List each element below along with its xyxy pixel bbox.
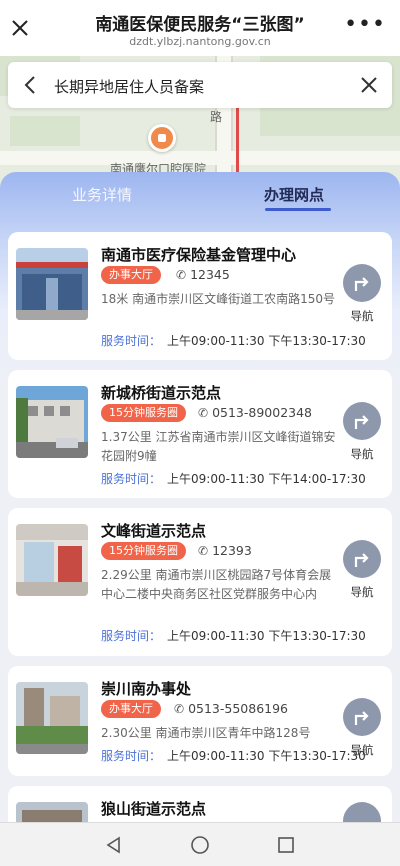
tab-bar: 业务详情 办理网点 — [0, 172, 400, 228]
phone-icon: ✆ — [198, 544, 209, 558]
page-url: dzdt.ylbzj.nantong.gov.cn — [129, 35, 271, 48]
phone-number: 0513-55086196 — [188, 701, 289, 716]
outlet-name: 新城桥街道示范点 — [101, 384, 222, 402]
outlet-type-badge: 办事大厅 — [101, 700, 161, 718]
outlet-phone[interactable]: ✆ 12345 — [176, 267, 230, 282]
navigate-button[interactable]: 导航 — [342, 264, 382, 324]
navigate-arrow-icon[interactable] — [343, 802, 381, 822]
search-bar: 长期异地居住人员备案 — [8, 62, 392, 108]
phone-icon: ✆ — [198, 406, 209, 420]
outlet-name: 南通市医疗保险基金管理中心 — [101, 246, 297, 264]
outlet-hours: 服务时间： 上午09:00-11:30 下午14:00-17:30 — [101, 470, 366, 487]
navigate-button[interactable]: 导航 — [342, 698, 382, 758]
phone-number: 0513-89002348 — [212, 405, 313, 420]
navigate-arrow-icon[interactable] — [343, 540, 381, 578]
navigate-arrow-icon[interactable] — [343, 698, 381, 736]
outlet-address: 2.30公里 南通市崇川区青年中路128号 — [101, 726, 311, 740]
system-recents-icon[interactable] — [276, 835, 296, 855]
navigate-label: 导航 — [350, 743, 374, 757]
more-icon[interactable]: ••• — [344, 14, 386, 36]
outlet-photo — [16, 802, 88, 822]
hours-label: 服务时间： — [101, 334, 162, 348]
navigate-label: 导航 — [350, 309, 374, 323]
outlet-address: 2.29公里 南通市崇川区桃园路7号体育会展中心二楼中央商务区社区党群服务中心内 — [101, 568, 332, 601]
hours-value: 上午09:00-11:30 下午13:30-17:30 — [167, 629, 366, 643]
outlet-type-badge: 15分钟服务圈 — [101, 542, 186, 560]
outlet-card[interactable]: 南通市医疗保险基金管理中心 办事大厅 ✆ 12345 18米 南通市崇川区文峰街道… — [8, 232, 392, 360]
tab-service-outlets[interactable]: 办理网点 — [264, 184, 324, 205]
hours-label: 服务时间： — [101, 629, 162, 643]
hours-value: 上午09:00-11:30 下午13:30-17:30 — [167, 749, 366, 763]
outlet-phone[interactable]: ✆ 12393 — [198, 543, 252, 558]
phone-icon: ✆ — [174, 702, 185, 716]
outlet-hours: 服务时间： 上午09:00-11:30 下午13:30-17:30 — [101, 627, 366, 644]
outlet-card[interactable]: 文峰街道示范点 15分钟服务圈 ✆ 12393 2.29公里 南通市崇川区桃园路7… — [8, 508, 392, 656]
navigate-label: 导航 — [350, 447, 374, 461]
navigate-button[interactable]: 导航 — [342, 402, 382, 462]
outlet-card[interactable]: 新城桥街道示范点 15分钟服务圈 ✆ 0513-89002348 1.37公里 江… — [8, 370, 392, 498]
phone-icon: ✆ — [176, 268, 187, 282]
outlet-hours: 服务时间： 上午09:00-11:30 下午13:30-17:30 — [101, 747, 366, 764]
outlet-hours: 服务时间： 上午09:00-11:30 下午13:30-17:30 — [101, 332, 366, 349]
top-bar: 南通医保便民服务“三张图” dzdt.ylbzj.nantong.gov.cn … — [0, 0, 400, 56]
outlet-phone[interactable]: ✆ 0513-55086196 — [174, 701, 288, 716]
clear-icon[interactable] — [358, 74, 380, 96]
navigate-button[interactable]: 导航 — [342, 540, 382, 600]
back-arrow-icon[interactable] — [20, 74, 42, 96]
outlet-address: 1.37公里 江苏省南通市崇川区文峰街道锦安花园附9幢 — [101, 430, 336, 463]
navigate-arrow-icon[interactable] — [343, 402, 381, 440]
system-nav-bar — [0, 822, 400, 866]
map-road-label: 路 — [210, 110, 223, 124]
navigate-label: 导航 — [350, 585, 374, 599]
outlet-name: 狼山街道示范点 — [101, 800, 207, 818]
map-pin-icon[interactable] — [148, 124, 176, 152]
active-tab-indicator — [265, 208, 331, 211]
hours-value: 上午09:00-11:30 下午14:00-17:30 — [167, 472, 366, 486]
outlet-photo — [16, 524, 88, 596]
page-title: 南通医保便民服务“三张图” — [95, 15, 305, 35]
outlet-type-badge: 办事大厅 — [101, 266, 161, 284]
outlet-type-badge: 15分钟服务圈 — [101, 404, 186, 422]
hours-label: 服务时间： — [101, 472, 162, 486]
hours-label: 服务时间： — [101, 749, 162, 763]
phone-number: 12345 — [190, 267, 230, 282]
system-home-icon[interactable] — [190, 835, 210, 855]
navigate-button[interactable] — [342, 802, 382, 822]
outlet-name: 崇川南办事处 — [101, 680, 192, 698]
bottom-panel: 业务详情 办理网点 南通市医疗保险基金管理中心 办事大厅 ✆ 12345 18米 … — [0, 172, 400, 822]
hours-value: 上午09:00-11:30 下午13:30-17:30 — [167, 334, 366, 348]
outlet-card[interactable]: 狼山街道示范点 — [8, 786, 392, 822]
outlet-phone[interactable]: ✆ 0513-89002348 — [198, 405, 312, 420]
outlet-photo — [16, 682, 88, 754]
phone-number: 12393 — [212, 543, 252, 558]
outlet-address: 18米 南通市崇川区文峰街道工农南路150号 — [101, 292, 335, 306]
outlet-name: 文峰街道示范点 — [101, 522, 207, 540]
outlet-photo — [16, 386, 88, 458]
service-title: 长期异地居住人员备案 — [54, 78, 205, 96]
navigate-arrow-icon[interactable] — [343, 264, 381, 302]
tab-business-detail[interactable]: 业务详情 — [72, 184, 132, 205]
outlet-photo — [16, 248, 88, 320]
outlet-card[interactable]: 崇川南办事处 办事大厅 ✆ 0513-55086196 2.30公里 南通市崇川区… — [8, 666, 392, 776]
system-back-icon[interactable] — [104, 835, 124, 855]
